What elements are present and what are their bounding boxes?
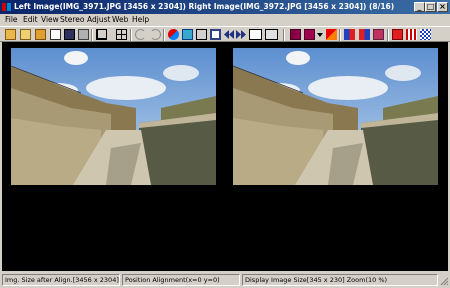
- right-image: [233, 48, 438, 185]
- status-display-size: Display Image Size[345 x 230] Zoom(10 %): [242, 274, 438, 286]
- red-settings-icon[interactable]: [392, 29, 403, 40]
- toolbar-separator: [91, 29, 93, 41]
- toolbar: [0, 26, 450, 42]
- menu-help[interactable]: Help: [132, 14, 149, 25]
- open-file-icon[interactable]: [20, 29, 31, 40]
- title-bar: Left Image(IMG_3971.JPG [3456 x 2304]) R…: [0, 0, 450, 14]
- maximize-button[interactable]: □: [425, 2, 436, 12]
- menu-stereo[interactable]: Stereo: [60, 14, 84, 25]
- next-icon[interactable]: [236, 29, 247, 40]
- mirror-icon[interactable]: [344, 29, 355, 40]
- right-view-icon[interactable]: [196, 29, 207, 40]
- save-icon[interactable]: [64, 29, 75, 40]
- anaglyph-dropdown-icon[interactable]: [317, 29, 323, 40]
- save-folder-icon[interactable]: [35, 29, 46, 40]
- status-position: Position Alignment(x=0 y=0): [122, 274, 240, 286]
- pattern-icon[interactable]: [406, 29, 417, 40]
- left-image: [11, 48, 216, 185]
- resize-grip-icon[interactable]: [440, 277, 449, 286]
- fit-icon[interactable]: [249, 29, 262, 40]
- red-cyan-icon[interactable]: [290, 29, 301, 40]
- status-bar: Img. Size after Align.[3456 x 2304] Posi…: [0, 271, 450, 288]
- menu-edit[interactable]: Edit: [23, 14, 38, 25]
- close-button[interactable]: ×: [437, 2, 448, 12]
- status-image-size: Img. Size after Align.[3456 x 2304]: [2, 274, 120, 286]
- redo-icon[interactable]: [150, 29, 161, 40]
- crop-icon[interactable]: [96, 29, 107, 40]
- toolbar-separator: [339, 29, 341, 41]
- red-blue-icon[interactable]: [304, 29, 315, 40]
- window-title: Left Image(IMG_3971.JPG [3456 x 2304]) R…: [14, 2, 395, 11]
- grid-icon[interactable]: [116, 29, 127, 40]
- copy-icon[interactable]: [50, 29, 61, 40]
- toolbar-separator: [163, 29, 165, 41]
- menu-web[interactable]: Web: [112, 14, 128, 25]
- toolbar-separator: [130, 29, 132, 41]
- minimize-button[interactable]: _: [414, 2, 425, 12]
- print-icon[interactable]: [78, 29, 89, 40]
- checker-icon[interactable]: [420, 29, 431, 40]
- interlace-icon[interactable]: [326, 29, 337, 40]
- swap-icon[interactable]: [168, 29, 179, 40]
- menu-view[interactable]: View: [41, 14, 59, 25]
- flag-icon[interactable]: [373, 29, 384, 40]
- toolbar-separator: [283, 29, 285, 41]
- prev-icon[interactable]: [224, 29, 235, 40]
- left-view-icon[interactable]: [182, 29, 193, 40]
- zoom-icon[interactable]: [265, 29, 278, 40]
- undo-icon[interactable]: [135, 29, 146, 40]
- color-icon[interactable]: [359, 29, 370, 40]
- open-folder-icon[interactable]: [5, 29, 16, 40]
- app-icon: [2, 3, 11, 11]
- menu-bar: File Edit View Stereo Adjust Web Help: [0, 14, 450, 25]
- menu-file[interactable]: File: [5, 14, 18, 25]
- toolbar-separator: [387, 29, 389, 41]
- side-by-side-icon[interactable]: [210, 29, 221, 40]
- menu-adjust[interactable]: Adjust: [87, 14, 110, 25]
